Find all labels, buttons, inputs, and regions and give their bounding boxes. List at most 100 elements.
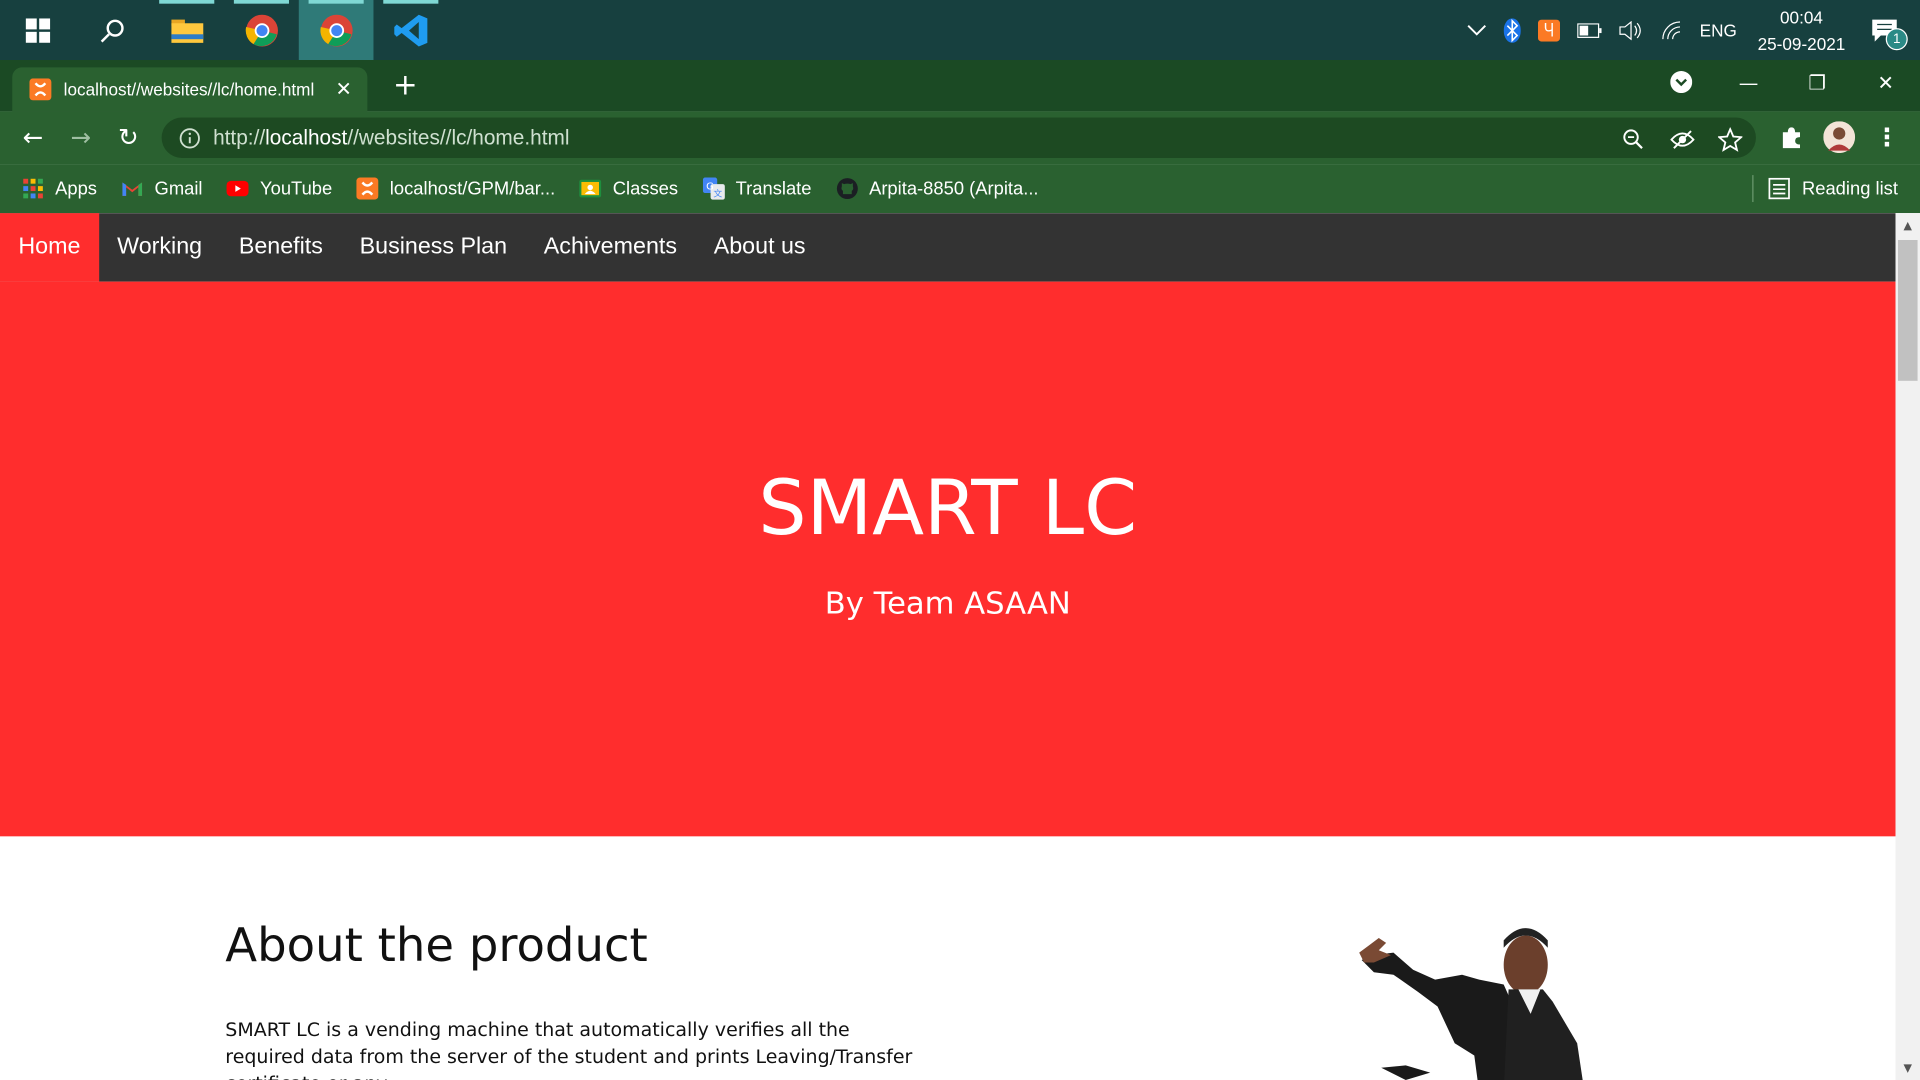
taskbar-file-explorer[interactable]	[149, 0, 224, 60]
profile-button[interactable]	[1823, 121, 1856, 154]
tracking-protection-icon[interactable]	[1670, 127, 1695, 151]
scrollbar-thumb[interactable]	[1897, 240, 1918, 381]
nav-about-us[interactable]: About us	[695, 213, 824, 282]
volume-icon[interactable]	[1619, 20, 1643, 40]
address-bar[interactable]: http://localhost//websites//lc/home.html	[161, 117, 1756, 158]
url-path: //websites//lc/home.html	[347, 125, 570, 149]
minimize-button[interactable]: —	[1714, 60, 1783, 104]
gmail-icon	[121, 178, 143, 200]
hero-banner: SMART LC By Team ASAAN	[0, 281, 1896, 837]
bookmark-translate[interactable]: G文 Translate	[702, 177, 812, 200]
divider	[1751, 175, 1754, 203]
chevron-up-icon[interactable]	[1467, 24, 1487, 36]
bookmark-classes[interactable]: Classes	[579, 178, 679, 200]
hero-title: SMART LC	[758, 462, 1138, 553]
nav-achivements[interactable]: Achivements	[525, 213, 695, 282]
svg-text:文: 文	[713, 187, 722, 199]
url-host: localhost	[265, 125, 348, 149]
bookmark-gmail[interactable]: Gmail	[121, 178, 203, 200]
bookmark-youtube[interactable]: YouTube	[226, 178, 333, 200]
tab-search-dropdown-icon	[1670, 71, 1693, 94]
scroll-down-icon[interactable]: ▼	[1896, 1058, 1920, 1080]
new-tab-button[interactable]: +	[389, 69, 421, 101]
nav-business-plan[interactable]: Business Plan	[341, 213, 525, 282]
hero-subtitle: By Team ASAAN	[824, 585, 1071, 621]
reading-list-button[interactable]: Reading list	[1751, 164, 1898, 213]
tab-title: localhost//websites//lc/home.html	[63, 79, 315, 100]
about-section: About the product SMART LC is a vending …	[225, 918, 912, 1080]
apps-grid-icon	[22, 178, 44, 200]
browser-tab[interactable]: localhost//websites//lc/home.html ✕	[12, 67, 368, 112]
github-icon	[836, 178, 858, 200]
nav-home[interactable]: Home	[0, 213, 99, 282]
arrow-right-icon: →	[70, 122, 92, 152]
screen: Ⴗ ENG 00:04 25-09-2021 1 localhost//webs…	[0, 0, 1920, 1080]
scroll-up-icon[interactable]: ▲	[1896, 216, 1920, 238]
bookmark-apps[interactable]: Apps	[22, 178, 97, 200]
battery-icon[interactable]	[1577, 22, 1602, 38]
notification-count-badge: 1	[1885, 27, 1908, 50]
chrome-icon	[245, 14, 278, 46]
bluetooth-icon[interactable]	[1503, 17, 1521, 43]
menu-button[interactable]: ⋮	[1871, 121, 1903, 153]
tab-strip: localhost//websites//lc/home.html ✕	[0, 60, 1920, 112]
back-button[interactable]: ←	[17, 121, 49, 153]
bookmark-star-icon[interactable]	[1717, 127, 1743, 152]
browser-toolbar: ← → ↻ http://localhost//websites//lc/hom…	[0, 111, 1920, 165]
restore-button[interactable]: ❐	[1783, 60, 1852, 104]
bookmark-label: Translate	[735, 178, 812, 199]
forward-button[interactable]: →	[65, 121, 97, 153]
bookmark-label: Arpita-8850 (Arpita...	[869, 178, 1039, 199]
svg-text:Ⴗ: Ⴗ	[1544, 21, 1554, 40]
clock-time: 00:04	[1780, 6, 1823, 27]
arrow-left-icon: ←	[22, 122, 44, 152]
extensions-button[interactable]	[1776, 121, 1808, 153]
xampp-tray-icon[interactable]: Ⴗ	[1538, 18, 1561, 42]
reading-list-label: Reading list	[1801, 178, 1898, 199]
search-button[interactable]	[75, 0, 150, 60]
chrome-icon	[319, 14, 353, 46]
puzzle-icon	[1782, 127, 1801, 149]
language-indicator[interactable]: ENG	[1700, 20, 1737, 40]
youtube-icon	[226, 178, 250, 200]
taskbar-chrome-2[interactable]	[298, 0, 374, 61]
folder-icon	[170, 18, 203, 43]
start-button[interactable]	[0, 0, 75, 60]
reading-list-icon	[1768, 177, 1790, 200]
person-image	[1359, 928, 1583, 1080]
xampp-icon	[356, 177, 379, 200]
wifi-icon[interactable]	[1660, 20, 1682, 40]
bookmark-label: Apps	[55, 178, 97, 199]
about-text: SMART LC is a vending machine that autom…	[225, 1018, 913, 1080]
classroom-icon	[579, 178, 602, 200]
page-scrollbar[interactable]: ▲ ▼	[1895, 213, 1920, 1080]
bookmark-label: Classes	[612, 178, 679, 199]
zoom-icon[interactable]	[1621, 127, 1645, 151]
more-vert-icon: ⋮	[1874, 122, 1900, 152]
web-page: Home Working Benefits Business Plan Achi…	[0, 213, 1896, 1080]
bookmark-label: localhost/GPM/bar...	[389, 178, 556, 199]
restore-icon: ❐	[1808, 70, 1826, 94]
url-prefix: http://	[213, 125, 266, 149]
tab-search-button[interactable]	[1647, 60, 1716, 104]
windows-icon	[25, 17, 50, 43]
avatar	[1823, 121, 1856, 154]
bookmark-localhost[interactable]: localhost/GPM/bar...	[356, 177, 556, 200]
reload-button[interactable]: ↻	[113, 121, 145, 153]
tab-close-icon[interactable]: ✕	[336, 77, 352, 101]
clock-date: 25-09-2021	[1757, 33, 1846, 54]
about-title: About the product	[225, 918, 648, 973]
taskbar-chrome-1[interactable]	[224, 0, 299, 60]
nav-benefits[interactable]: Benefits	[220, 213, 341, 282]
bookmark-label: YouTube	[260, 178, 333, 199]
system-tray: Ⴗ ENG 00:04 25-09-2021 1	[1458, 0, 1920, 60]
taskbar-vscode[interactable]	[373, 0, 448, 60]
nav-working[interactable]: Working	[99, 213, 221, 282]
bookmarks-bar: Apps Gmail YouTube localhost/GPM/bar... …	[0, 164, 1920, 214]
site-info-icon[interactable]	[179, 127, 201, 149]
clock[interactable]: 00:04 25-09-2021	[1758, 3, 1846, 57]
notifications-button[interactable]: 1	[1871, 18, 1908, 50]
bookmark-github[interactable]: Arpita-8850 (Arpita...	[836, 178, 1039, 200]
close-window-button[interactable]: ✕	[1851, 60, 1920, 104]
site-navbar: Home Working Benefits Business Plan Achi…	[0, 213, 1896, 282]
